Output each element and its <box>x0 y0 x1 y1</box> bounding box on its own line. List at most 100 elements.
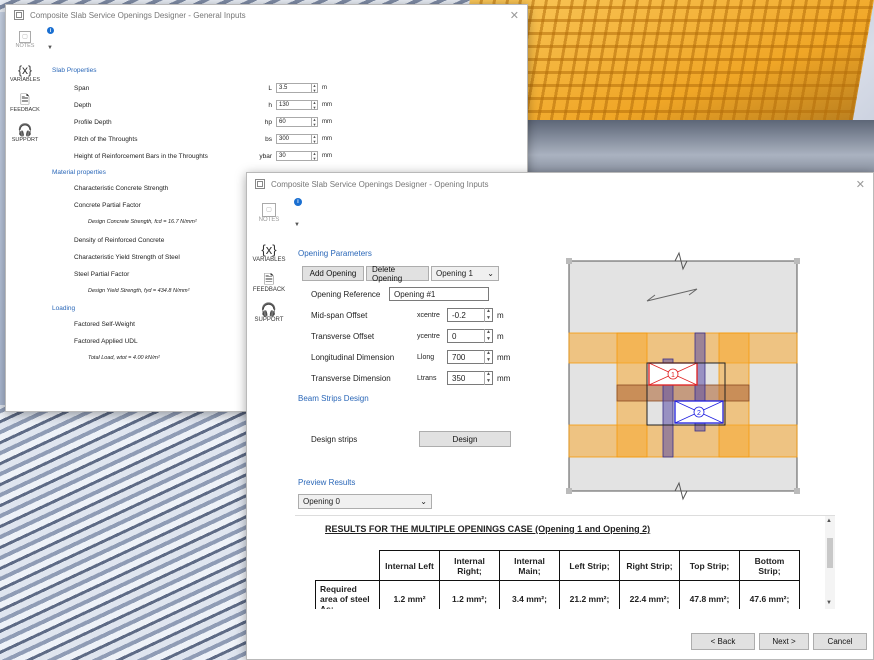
scroll-up-icon[interactable]: ▲ <box>826 518 832 524</box>
depth-input[interactable]: 130 ▲ ▼ <box>276 100 318 110</box>
results-title: RESULTS FOR THE MULTIPLE OPENINGS CASE (… <box>325 524 651 534</box>
mid-span-offset-input[interactable]: -0.2 ▲ ▼ <box>447 308 493 322</box>
section-opening-parameters: Opening Parameters <box>298 249 372 258</box>
pitch-input[interactable]: 300 ▲ ▼ <box>276 134 318 144</box>
field-mid-span-offset: Mid-span Offset xcentre -0.2 ▲ ▼ m <box>311 308 504 322</box>
window-title: Composite Slab Service Openings Designer… <box>271 179 489 189</box>
table-header: Internal Right; <box>439 550 500 581</box>
bar-height-input[interactable]: 30 ▲ ▼ <box>276 151 318 161</box>
section-loading: Loading <box>52 305 76 312</box>
feedback-icon: 🗎 <box>263 272 275 287</box>
chevron-down-icon: ⌄ <box>420 497 427 506</box>
section-preview-results: Preview Results <box>298 478 356 487</box>
next-button[interactable]: Next > <box>759 633 809 650</box>
opening-1-label: 1 <box>671 372 675 379</box>
internal-main-strip <box>616 384 750 402</box>
stepper-arrows-icon: ▲ ▼ <box>311 134 317 144</box>
field-bar-height: Height of Reinforcement Bars in the Thro… <box>74 151 332 161</box>
back-button[interactable]: < Back <box>691 633 755 650</box>
results-panel: RESULTS FOR THE MULTIPLE OPENINGS CASE (… <box>295 515 835 609</box>
stepper-arrows-icon: ▲ ▼ <box>484 371 492 385</box>
section-beam-strips: Beam Strips Design <box>298 394 369 403</box>
longitudinal-dimension-input[interactable]: 700 ▲ ▼ <box>447 350 493 364</box>
close-icon[interactable]: ✕ <box>510 9 519 22</box>
material-note: Design Concrete Strength, fcd = 16.7 N/m… <box>88 219 197 225</box>
field-pitch: Pitch of the Throughts bs 300 ▲ ▼ mm <box>74 134 332 144</box>
design-strips-label: Design strips <box>311 435 358 444</box>
bottom-strip <box>568 424 798 458</box>
loading-row: Factored Self-Weight <box>74 321 135 328</box>
sidebar-variables[interactable]: {x} VARIABLES <box>6 63 44 83</box>
design-button[interactable]: Design <box>419 431 511 447</box>
transverse-offset-input[interactable]: 0 ▲ ▼ <box>447 329 493 343</box>
opening-2-label: 2 <box>697 410 701 417</box>
stepper-arrows-icon: ▲ ▼ <box>311 83 317 93</box>
table-header: Internal Main; <box>499 550 560 581</box>
table-cell: 21.2 mm²; <box>559 580 620 609</box>
field-profile-depth: Profile Depth hp 60 ▲ ▼ mm <box>74 117 332 127</box>
close-icon[interactable]: ✕ <box>856 178 865 191</box>
notes-icon: ▢ <box>19 31 31 43</box>
add-opening-button[interactable]: Add Opening <box>302 266 364 281</box>
sidebar: ▢ NOTES {x} VARIABLES 🗎 FEEDBACK 🎧 SUPPO… <box>247 195 291 659</box>
sidebar-feedback[interactable]: 🗎 FEEDBACK <box>247 272 291 294</box>
info-icon[interactable]: i <box>294 198 302 206</box>
scroll-down-icon[interactable]: ▼ <box>826 600 832 606</box>
table-header: Left Strip; <box>559 550 620 581</box>
transverse-dimension-input[interactable]: 350 ▲ ▼ <box>447 371 493 385</box>
notes-icon: ▢ <box>262 203 276 217</box>
preview-select[interactable]: Opening 0 ⌄ <box>298 494 432 509</box>
openings-diagram: 1 2 <box>529 247 805 503</box>
opening-inputs-window: Composite Slab Service Openings Designer… <box>246 172 874 660</box>
section-slab-properties: Slab Properties <box>52 67 97 74</box>
sidebar-variables[interactable]: {x} VARIABLES <box>247 242 291 264</box>
chevron-down-icon[interactable]: ▼ <box>294 222 300 228</box>
material-note: Design Yield Strength, fyd = 434.8 N/mm² <box>88 288 190 294</box>
material-row: Steel Partial Factor <box>74 271 130 278</box>
opening-reference-input[interactable]: Opening #1 <box>389 287 489 301</box>
loading-note: Total Load, wtot = 4.00 kN/m² <box>88 355 160 361</box>
scrollbar-thumb[interactable] <box>827 538 833 568</box>
profile-depth-input[interactable]: 60 ▲ ▼ <box>276 117 318 127</box>
field-depth: Depth h 130 ▲ ▼ mm <box>74 100 332 110</box>
table-cell: 47.8 mm²; <box>679 580 740 609</box>
table-cell: 22.4 mm²; <box>619 580 680 609</box>
table-cell: 1.2 mm² <box>379 580 440 609</box>
window-title: Composite Slab Service Openings Designer… <box>30 10 246 20</box>
results-scrollbar[interactable]: ▲ ▼ <box>825 516 835 609</box>
table-header: Top Strip; <box>679 550 740 581</box>
variables-icon: {x} <box>261 242 277 257</box>
stepper-arrows-icon: ▲ ▼ <box>311 100 317 110</box>
sidebar-feedback[interactable]: 🗎 FEEDBACK <box>6 93 44 113</box>
material-row: Characteristic Concrete Strength <box>74 185 169 192</box>
field-opening-reference: Opening Reference Opening #1 <box>311 287 489 301</box>
field-transverse-offset: Transverse Offset ycentre 0 ▲ ▼ m <box>311 329 504 343</box>
variables-icon: {x} <box>17 63 32 77</box>
opening-select[interactable]: Opening 1 ⌄ <box>431 266 499 281</box>
sidebar-support[interactable]: 🎧 SUPPORT <box>247 302 291 324</box>
field-span: Span L 3.5 ▲ ▼ m <box>74 83 327 93</box>
sidebar-notes[interactable]: ▢ NOTES <box>247 203 291 223</box>
headset-icon: 🎧 <box>17 123 33 137</box>
chevron-down-icon[interactable]: ▼ <box>47 45 53 51</box>
headset-icon: 🎧 <box>260 302 278 317</box>
table-row: Required area of steel As; 1.2 mm² 1.2 m… <box>315 580 800 609</box>
cancel-button[interactable]: Cancel <box>813 633 867 650</box>
title-bar: Composite Slab Service Openings Designer… <box>247 173 873 195</box>
field-transverse-dimension: Transverse Dimension Ltrans 350 ▲ ▼ mm <box>311 371 511 385</box>
title-bar: Composite Slab Service Openings Designer… <box>6 5 527 25</box>
feedback-icon: 🗎 <box>20 93 30 107</box>
span-input[interactable]: 3.5 ▲ ▼ <box>276 83 318 93</box>
app-icon <box>14 10 24 20</box>
info-icon[interactable]: i <box>47 27 54 34</box>
chevron-down-icon: ⌄ <box>487 269 494 278</box>
stepper-arrows-icon: ▲ ▼ <box>484 350 492 364</box>
stepper-arrows-icon: ▲ ▼ <box>311 151 317 161</box>
field-longitudinal-dimension: Longitudinal Dimension Llong 700 ▲ ▼ mm <box>311 350 511 364</box>
material-row: Concrete Partial Factor <box>74 202 141 209</box>
sidebar-support[interactable]: 🎧 SUPPORT <box>6 123 44 143</box>
delete-opening-button[interactable]: Delete Opening <box>366 265 429 283</box>
material-row: Density of Reinforced Concrete <box>74 237 165 244</box>
table-header: Internal Left <box>379 550 440 581</box>
sidebar-notes[interactable]: ▢ NOTES <box>6 31 44 49</box>
